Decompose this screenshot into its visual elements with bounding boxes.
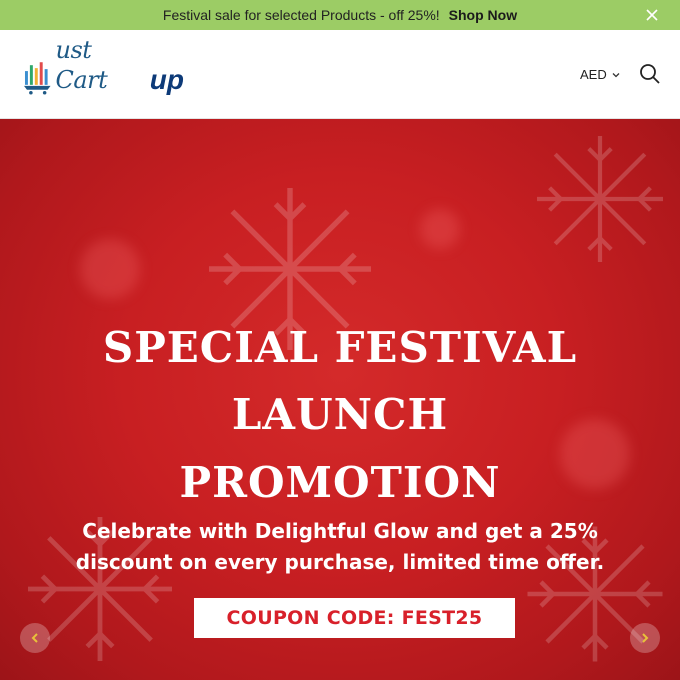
currency-selector[interactable]: AED [580,67,620,82]
chevron-down-icon [612,72,620,77]
search-icon[interactable] [639,63,661,85]
cart-logo-icon [24,62,51,95]
shop-now-link[interactable]: Shop Now [449,7,517,23]
bokeh-decoration [420,209,460,249]
chevron-right-icon [642,633,649,643]
snowflake-icon [537,136,663,262]
hero-subtext-line-1: Celebrate with Delightful Glow and get a… [82,519,598,543]
hero-headline-line-2: LAUNCH [231,390,449,439]
site-logo[interactable]: ust Cart up [24,36,184,95]
site-header: ust Cart up AED [0,30,680,119]
hero-subtext-line-2: discount on every purchase, limited time… [75,550,605,574]
hero-headline-line-1: SPECIAL FESTIVAL [102,323,578,372]
logo-accent-text: up [149,64,184,95]
logo-text: ust Cart [55,36,108,94]
slider-prev-button[interactable] [20,623,50,653]
bokeh-decoration [80,239,140,299]
close-icon[interactable] [644,7,660,23]
hero-headline-line-3: PROMOTION [179,458,501,507]
announcement-text: Festival sale for selected Products - of… [162,7,440,23]
announcement-bar: Festival sale for selected Products - of… [0,0,680,30]
currency-label: AED [580,67,607,82]
slider-next-button[interactable] [630,623,660,653]
coupon-code-box: COUPON CODE: FEST25 [194,598,515,638]
chevron-left-icon [31,633,38,643]
hero-slide: SPECIAL FESTIVAL LAUNCH PROMOTION Celebr… [0,119,680,680]
